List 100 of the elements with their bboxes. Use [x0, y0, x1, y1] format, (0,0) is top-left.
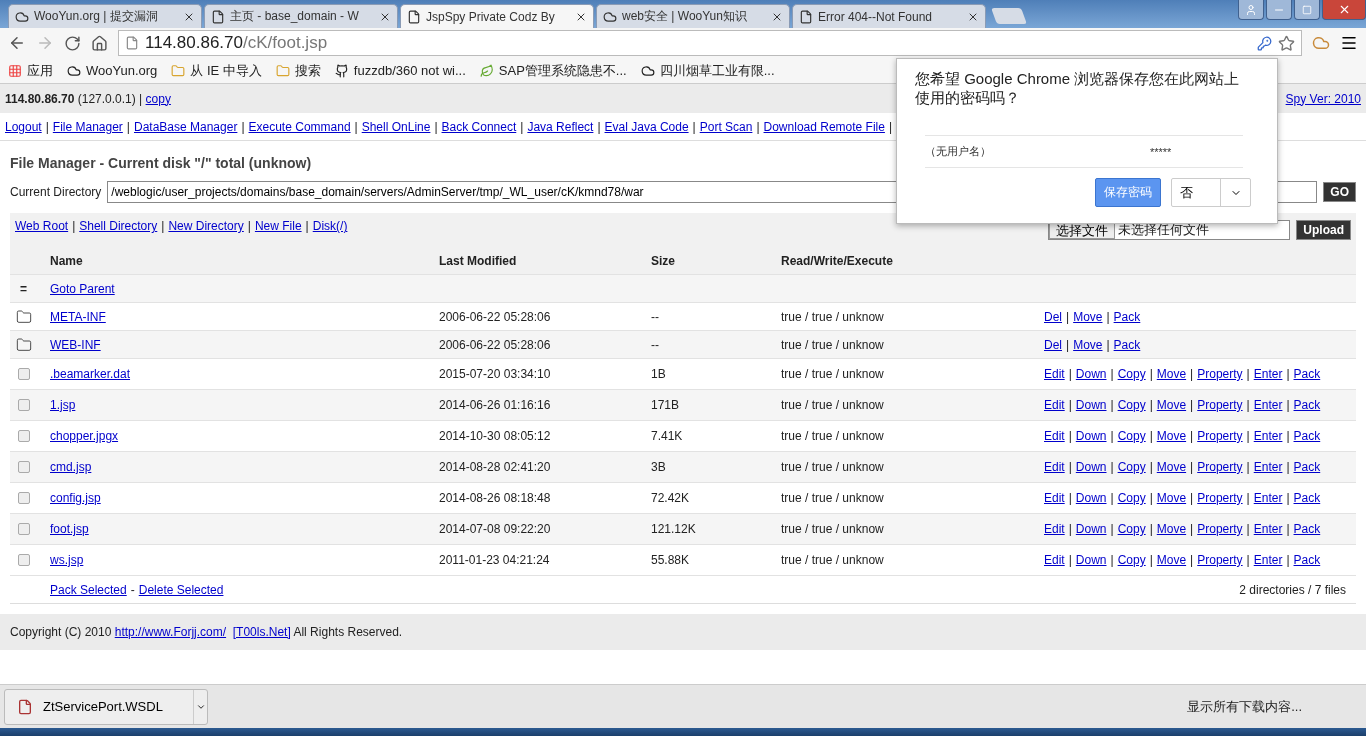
nav-link[interactable]: Eval Java Code [604, 119, 689, 134]
nav-link[interactable]: Down [1075, 429, 1107, 443]
nav-link[interactable]: Pack [1293, 398, 1321, 412]
nav-link[interactable]: Property [1197, 367, 1243, 381]
file-link[interactable]: foot.jsp [50, 522, 89, 536]
checkbox[interactable] [18, 492, 30, 504]
new-tab-button[interactable] [991, 8, 1027, 24]
nav-link[interactable]: Shell Directory [79, 219, 158, 233]
browser-tab[interactable]: Error 404--Not Found [792, 4, 986, 28]
nav-link[interactable]: Move [1073, 337, 1103, 352]
file-link[interactable]: META-INF [50, 309, 106, 324]
nav-link[interactable]: Pack [1113, 337, 1141, 352]
bookmark[interactable]: 从 IE 中导入 [171, 61, 262, 80]
nav-link[interactable]: Enter [1253, 522, 1283, 536]
nav-link[interactable]: Edit [1044, 429, 1065, 443]
nav-link[interactable]: Property [1197, 522, 1243, 536]
nav-link[interactable]: Copy [1117, 460, 1146, 474]
nav-link[interactable]: Edit [1044, 398, 1065, 412]
nav-link[interactable]: Down [1075, 491, 1107, 505]
file-link[interactable]: config.jsp [50, 491, 101, 505]
nav-link[interactable]: Copy [1117, 522, 1146, 536]
star-icon[interactable] [1278, 34, 1295, 52]
nav-link[interactable]: Download Remote File [763, 119, 885, 134]
nav-link[interactable]: Move [1156, 367, 1187, 381]
nav-link[interactable]: Move [1156, 522, 1187, 536]
menu-icon[interactable] [1340, 34, 1358, 52]
nav-link[interactable]: Enter [1253, 429, 1283, 443]
nav-link[interactable]: Copy [1117, 429, 1146, 443]
bookmark[interactable]: 搜索 [275, 61, 321, 80]
nav-link[interactable]: Pack [1293, 553, 1321, 567]
checkbox[interactable] [18, 368, 30, 380]
nav-link[interactable]: Pack [1293, 367, 1321, 381]
nav-link[interactable]: Execute Command [248, 119, 351, 134]
nav-link[interactable]: Move [1156, 491, 1187, 505]
file-link[interactable]: WEB-INF [50, 337, 101, 352]
nav-link[interactable]: Enter [1253, 398, 1283, 412]
checkbox[interactable] [18, 523, 30, 535]
checkbox[interactable] [18, 399, 30, 411]
checkbox[interactable] [18, 554, 30, 566]
nav-link[interactable]: Down [1075, 367, 1107, 381]
nav-link[interactable]: Web Root [15, 219, 69, 233]
restore-button[interactable] [1294, 0, 1320, 20]
nav-link[interactable]: Shell OnLine [361, 119, 431, 134]
home-icon[interactable] [91, 34, 108, 52]
nav-link[interactable]: Port Scan [699, 119, 753, 134]
bulk-link[interactable]: Delete Selected [138, 582, 224, 597]
nav-link[interactable]: Move [1156, 398, 1187, 412]
upload-button[interactable]: Upload [1296, 220, 1351, 240]
nav-link[interactable]: Pack [1293, 429, 1321, 443]
bookmark[interactable]: 四川烟草工业有限... [640, 61, 775, 80]
nav-link[interactable]: Enter [1253, 460, 1283, 474]
checkbox[interactable] [18, 461, 30, 473]
nav-link[interactable]: Move [1156, 460, 1187, 474]
browser-tab[interactable]: 主页 - base_domain - W [204, 4, 398, 28]
bookmark[interactable]: WooYun.org [67, 63, 158, 78]
go-button[interactable]: GO [1323, 182, 1356, 202]
nav-link[interactable]: Copy [1117, 398, 1146, 412]
back-icon[interactable] [8, 34, 26, 52]
file-link[interactable]: chopper.jpgx [50, 429, 119, 443]
nav-link[interactable]: DataBase Manager [134, 119, 238, 134]
file-link[interactable]: 1.jsp [50, 398, 76, 412]
site-link[interactable]: http://www.Forjj.com/ [114, 625, 227, 639]
bookmark[interactable]: SAP管理系统隐患不... [479, 61, 627, 80]
nav-link[interactable]: Property [1197, 429, 1243, 443]
nav-link[interactable]: Move [1073, 309, 1103, 324]
nav-link[interactable]: Pack [1293, 491, 1321, 505]
minimize-button[interactable] [1266, 0, 1292, 20]
file-link[interactable]: .beamarker.dat [50, 367, 131, 381]
nav-link[interactable]: Property [1197, 553, 1243, 567]
file-link[interactable]: cmd.jsp [50, 460, 92, 474]
browser-tab[interactable]: JspSpy Private Codz By [400, 4, 594, 28]
nav-link[interactable]: Edit [1044, 460, 1065, 474]
nav-link[interactable]: Back Connect [441, 119, 517, 134]
nav-link[interactable]: New Directory [168, 219, 244, 233]
nav-link[interactable]: Edit [1044, 367, 1065, 381]
nav-link[interactable]: Down [1075, 398, 1107, 412]
nav-link[interactable]: Copy [1117, 553, 1146, 567]
nav-link[interactable]: Edit [1044, 553, 1065, 567]
never-button[interactable]: 否 [1171, 178, 1251, 207]
nav-link[interactable]: Move [1156, 553, 1187, 567]
nav-link[interactable]: Pack [1113, 309, 1141, 324]
nav-link[interactable]: Pack [1293, 522, 1321, 536]
extension-icon[interactable] [1312, 34, 1330, 52]
file-link[interactable]: ws.jsp [50, 553, 84, 567]
nav-link[interactable]: Del [1044, 337, 1062, 352]
user-button[interactable] [1238, 0, 1264, 20]
nav-link[interactable]: Pack [1293, 460, 1321, 474]
reload-icon[interactable] [64, 34, 81, 52]
nav-link[interactable]: Java Reflect [527, 119, 594, 134]
key-icon[interactable] [1257, 35, 1272, 51]
copy-link[interactable]: copy [145, 91, 171, 106]
nav-link[interactable]: Enter [1253, 367, 1283, 381]
nav-link[interactable]: Edit [1044, 491, 1065, 505]
nav-link[interactable]: Copy [1117, 491, 1146, 505]
address-bar[interactable]: 114.80.86.70/cK/foot.jsp [118, 30, 1302, 56]
nav-link[interactable]: Move [1156, 429, 1187, 443]
browser-tab[interactable]: WooYun.org | 提交漏洞 [8, 4, 202, 28]
nav-link[interactable]: Down [1075, 460, 1107, 474]
nav-link[interactable]: Property [1197, 398, 1243, 412]
download-item[interactable]: ZtServicePort.WSDL [4, 688, 208, 725]
